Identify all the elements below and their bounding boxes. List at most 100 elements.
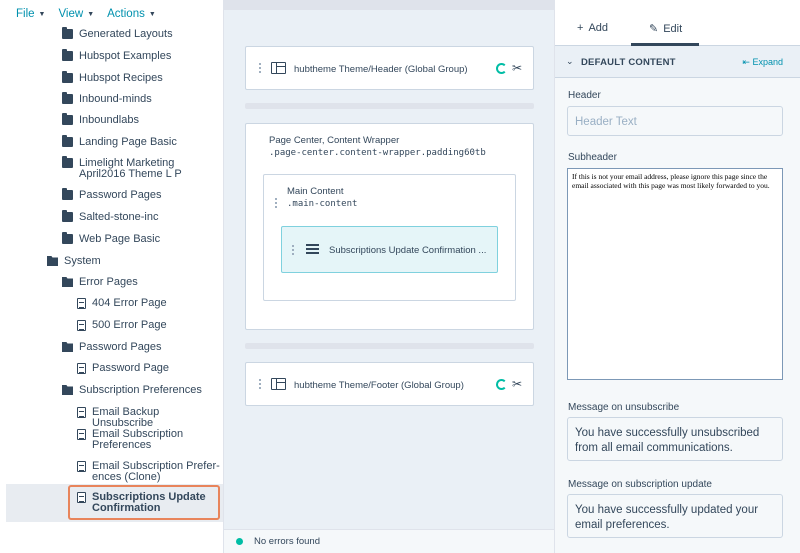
tree-item-selected[interactable]: Subscriptions Update Confirmation (77, 492, 206, 514)
subheader-field-label: Subheader (568, 152, 617, 163)
unlink-icon[interactable]: ✂ (512, 62, 522, 74)
folder-icon (62, 113, 73, 125)
header-field-label: Header (568, 90, 601, 101)
tree-item[interactable]: Subscription Preferences (62, 385, 202, 396)
chevron-down-icon: ⌄ (566, 56, 574, 66)
rich-text-module-selected[interactable]: Subscriptions Update Confirmation ... (281, 226, 498, 273)
file-tree-panel: File ▼ View ▼ Actions ▼ Generated Layouts H… (0, 0, 224, 553)
folder-icon (62, 135, 73, 147)
tree-item-label-line: Preferences (92, 439, 152, 451)
module-editor-panel: + Add ✎ Edit ⌄ DEFAULT CONTENT ⇤ Expand He… (554, 0, 800, 553)
tree-item[interactable]: Limelight Marketing April2016 Theme L P (62, 156, 182, 180)
drag-handle-icon[interactable] (274, 197, 278, 209)
default-content-header[interactable]: ⌄ DEFAULT CONTENT ⇤ Expand (555, 46, 800, 78)
tree-item[interactable]: Salted-stone-inc (62, 210, 159, 223)
tree-item-label: Password Pages (79, 341, 162, 353)
tab-add[interactable]: + Add (577, 22, 608, 34)
panel-tabs: + Add ✎ Edit (555, 0, 800, 46)
tree-item[interactable]: 500 Error Page (77, 320, 167, 331)
tree-item-label: Web Page Basic (79, 233, 161, 245)
content-wrapper-section[interactable]: Page Center, Content Wrapper .page-cente… (245, 123, 534, 330)
module-title: Subscriptions Update Confirmation ... (329, 245, 487, 256)
folder-icon (62, 210, 73, 222)
folder-icon (62, 49, 73, 61)
layout-canvas: hubtheme Theme/Header (Global Group) ✂ P… (224, 0, 554, 553)
tree-item-label: 404 Error Page (92, 297, 167, 309)
view-menu[interactable]: View ▼ (58, 8, 94, 20)
unsubscribe-message-value: You have successfully unsubscribed from … (575, 427, 760, 454)
drag-handle-icon[interactable] (291, 243, 295, 256)
section-divider (245, 343, 534, 349)
sync-icon[interactable] (496, 63, 507, 74)
file-menu[interactable]: File ▼ (16, 8, 45, 20)
tree-item-label-line: ences (Clone) (92, 471, 161, 483)
tree-item[interactable]: Email Subscription Preferences (77, 429, 183, 451)
layout-icon (271, 378, 286, 390)
subheader-value: If this is not your email address, pleas… (572, 172, 770, 190)
tree-item-label: Password Page (92, 362, 170, 374)
drag-handle-icon[interactable] (258, 378, 262, 390)
status-text: No errors found (254, 536, 321, 547)
module-title: hubtheme Theme/Footer (Global Group) (294, 380, 464, 391)
section-title: DEFAULT CONTENT (581, 57, 676, 68)
header-global-module[interactable]: hubtheme Theme/Header (Global Group) ✂ (245, 46, 534, 90)
tree-item[interactable]: Inboundlabs (62, 113, 139, 126)
tree-item[interactable]: System (47, 256, 101, 267)
tree-item[interactable]: Hubspot Recipes (62, 71, 163, 84)
tree-item[interactable]: Error Pages (62, 277, 138, 288)
tab-edit[interactable]: ✎ Edit (649, 22, 683, 36)
tab-edit-label: Edit (663, 22, 683, 35)
tree-item-label-line: Confirmation (92, 502, 161, 514)
folder-icon (62, 27, 73, 39)
section-class: .page-center.content-wrapper.padding60tb (269, 148, 486, 158)
tree-item[interactable]: Landing Page Basic (62, 135, 177, 148)
tree-item-label-line: April2016 Theme L P (79, 168, 182, 180)
tree-item-label: 500 Error Page (92, 319, 167, 331)
tree-item-label: Landing Page Basic (79, 136, 177, 148)
tree-item[interactable]: Password Page (77, 363, 169, 374)
subheader-textarea[interactable]: If this is not your email address, pleas… (567, 168, 783, 380)
tree-item-label: Limelight Marketing April2016 Theme L P (79, 158, 182, 180)
header-placeholder: Header Text (575, 116, 637, 128)
tree-item[interactable]: Password Pages (62, 342, 162, 353)
tree-item-label: Salted-stone-inc (79, 211, 159, 223)
expand-button[interactable]: ⇤ Expand (742, 57, 783, 68)
tree-item[interactable]: Email Subscription Prefer-ences (Clone) (77, 461, 220, 483)
tab-add-label: Add (588, 22, 609, 34)
menu-bar: File ▼ View ▼ Actions ▼ (16, 8, 156, 20)
folder-icon (62, 92, 73, 104)
caret-down-icon: ▼ (38, 10, 46, 18)
folder-icon (62, 188, 73, 200)
actions-menu[interactable]: Actions ▼ (107, 8, 156, 20)
tree-item[interactable]: Password Pages (62, 188, 162, 201)
header-input[interactable]: Header Text (567, 106, 783, 136)
tree-item[interactable]: Generated Layouts (62, 27, 173, 40)
file-icon (77, 429, 86, 440)
section-divider (245, 103, 534, 109)
file-icon (77, 461, 86, 472)
main-content-group[interactable]: Main Content .main-content Subscriptions… (263, 174, 516, 301)
tree-item[interactable]: Email Backup Unsubscribe (77, 407, 223, 429)
tree-item-label: Inboundlabs (79, 114, 139, 126)
update-message-value: You have successfully updated your email… (575, 504, 759, 531)
tree-item[interactable]: Hubspot Examples (62, 49, 172, 62)
tree-item-label: Hubspot Examples (79, 50, 172, 62)
tree-item-label: Email Subscription Preferences (92, 429, 183, 451)
tree-item-label: Inbound-minds (79, 93, 152, 105)
unsubscribe-message-input[interactable]: You have successfully unsubscribed from … (567, 417, 783, 461)
tree-item[interactable]: Inbound-minds (62, 92, 152, 105)
sync-icon[interactable] (496, 379, 507, 390)
file-icon (77, 363, 86, 374)
folder-open-icon (47, 256, 58, 266)
module-title: hubtheme Theme/Header (Global Group) (294, 64, 468, 75)
folder-icon (62, 232, 73, 244)
tree-item[interactable]: Web Page Basic (62, 232, 161, 245)
folder-icon (62, 156, 73, 168)
tree-item[interactable]: 404 Error Page (77, 298, 167, 309)
footer-global-module[interactable]: hubtheme Theme/Footer (Global Group) ✂ (245, 362, 534, 406)
caret-down-icon: ▼ (87, 10, 95, 18)
unlink-icon[interactable]: ✂ (512, 378, 522, 390)
drag-handle-icon[interactable] (258, 62, 262, 74)
view-menu-label: View (58, 8, 84, 20)
update-message-input[interactable]: You have successfully updated your email… (567, 494, 783, 538)
